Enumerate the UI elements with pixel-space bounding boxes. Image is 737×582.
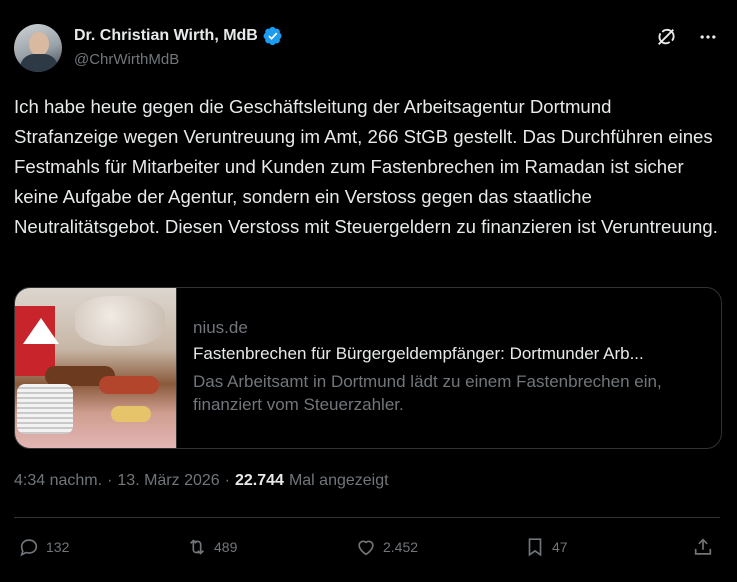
like-button[interactable]: 2.452	[355, 536, 418, 558]
tweet-header-actions	[655, 26, 719, 48]
tweet-actions-bar: 132 489 2.452 47	[18, 536, 718, 562]
more-options-icon[interactable]	[697, 26, 719, 48]
avatar[interactable]	[14, 24, 62, 72]
author-name[interactable]: Dr. Christian Wirth, MdB	[74, 27, 258, 45]
reply-icon	[20, 539, 38, 557]
share-button[interactable]	[692, 536, 714, 558]
link-preview-card[interactable]: nius.de Fastenbrechen für Bürgergeldempf…	[14, 287, 722, 449]
author-name-row[interactable]: Dr. Christian Wirth, MdB	[74, 26, 283, 46]
flowers-decoration	[75, 296, 165, 346]
avatar-head	[29, 32, 49, 56]
like-count: 2.452	[383, 539, 419, 555]
meta-separator: ·	[107, 472, 113, 489]
tweet-metadata: 4:34 nachm. · 13. März 2026 · 22.744 Mal…	[14, 472, 389, 490]
card-domain: nius.de	[193, 318, 248, 337]
plate-stack	[17, 384, 73, 434]
grok-icon[interactable]	[655, 26, 677, 48]
divider	[14, 517, 720, 518]
avatar-body	[20, 54, 58, 72]
verified-badge-icon	[263, 26, 283, 46]
repost-button[interactable]: 489	[186, 536, 237, 558]
tweet-date[interactable]: 13. März 2026	[117, 472, 219, 490]
share-icon	[694, 538, 712, 555]
card-title[interactable]: Fastenbrechen für Bürgergeldempfänger: D…	[193, 344, 705, 364]
heart-icon	[358, 540, 374, 556]
card-thumbnail-image[interactable]	[15, 288, 177, 448]
card-description: Das Arbeitsamt in Dortmund lädt zu einem…	[193, 372, 662, 414]
repost-icon	[189, 539, 205, 555]
food-tray	[111, 406, 151, 422]
view-label: Mal angezeigt	[288, 472, 389, 489]
meta-separator: ·	[224, 472, 230, 489]
view-count: 22.744	[235, 472, 284, 489]
bookmark-count: 47	[552, 539, 568, 555]
tweet-text: Ich habe heute gegen die Geschäftsleitun…	[14, 96, 718, 237]
reply-count: 132	[46, 539, 70, 555]
food-tray	[99, 376, 159, 394]
reply-button[interactable]: 132	[18, 536, 69, 558]
author-handle[interactable]: @ChrWirthMdB	[74, 51, 179, 68]
repost-count: 489	[214, 539, 238, 555]
bookmark-icon	[528, 538, 542, 557]
bookmark-button[interactable]: 47	[524, 536, 568, 558]
tweet-time[interactable]: 4:34 nachm.	[14, 472, 102, 490]
card-body[interactable]: nius.de Fastenbrechen für Bürgergeldempf…	[177, 288, 721, 448]
logo-arrow-shape	[23, 318, 59, 344]
